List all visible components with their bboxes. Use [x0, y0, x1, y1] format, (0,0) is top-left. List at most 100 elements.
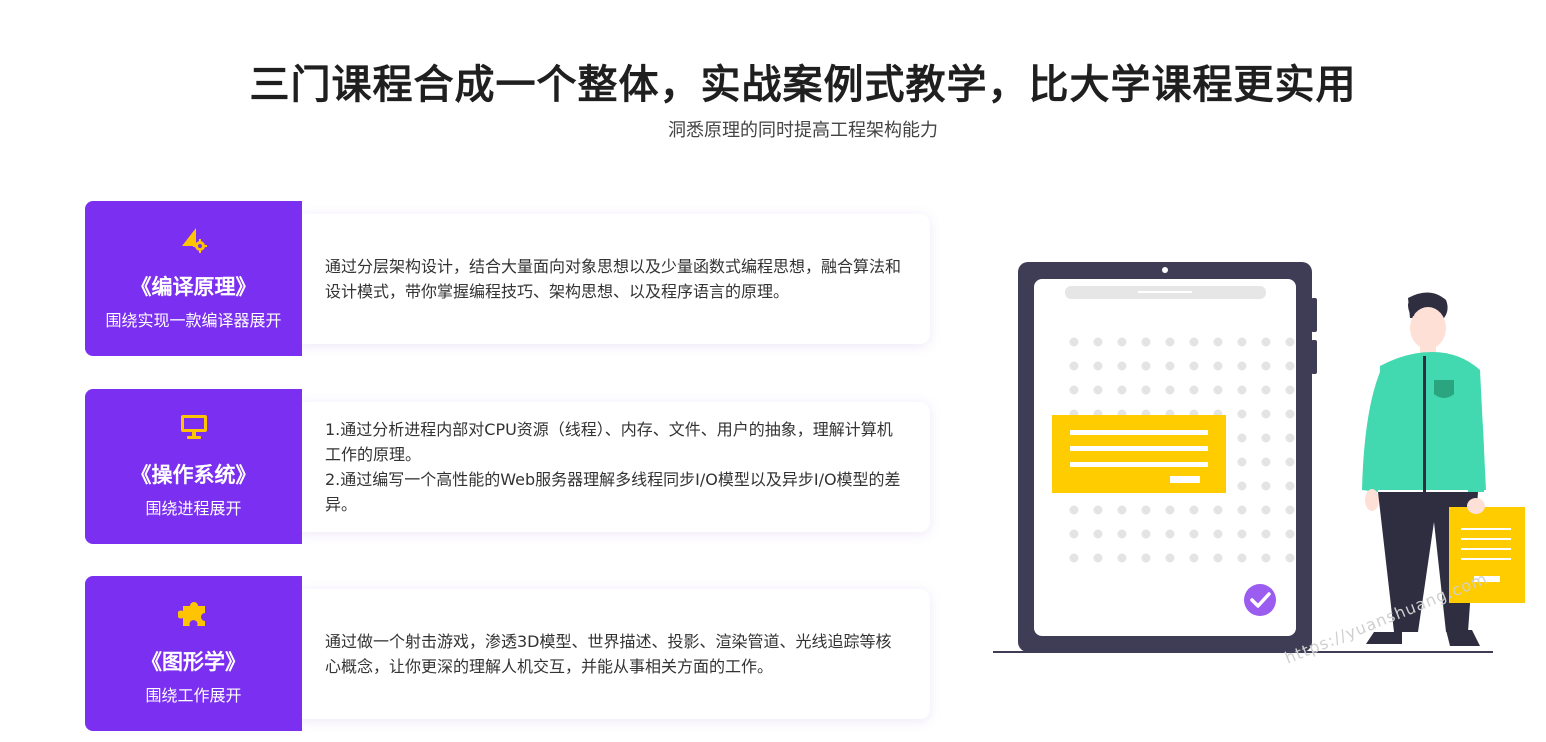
decorative-dot: [1117, 457, 1127, 467]
decorative-dot: [1093, 337, 1103, 347]
decorative-dot: [1213, 457, 1223, 467]
decorative-dot: [1093, 433, 1103, 443]
decorative-dot: [1261, 529, 1271, 539]
decorative-dot: [1117, 409, 1127, 419]
decorative-dot: [1165, 457, 1175, 467]
decorative-dot: [1117, 361, 1127, 371]
decorative-dot: [1261, 553, 1271, 563]
decorative-dot: [1285, 505, 1295, 515]
decorative-dot: [1165, 481, 1175, 491]
decorative-dot: [1189, 361, 1199, 371]
course-description: 通过做一个射击游戏，渗透3D模型、世界描述、投影、渲染管道、光线追踪等核心概念，…: [325, 632, 892, 676]
decorative-dot: [1117, 433, 1127, 443]
decorative-dot: [1189, 481, 1199, 491]
decorative-dot: [1117, 337, 1127, 347]
decorative-dot: [1093, 457, 1103, 467]
decorative-dot: [1069, 361, 1079, 371]
decorative-dot: [1093, 553, 1103, 563]
decorative-dot: [1237, 337, 1247, 347]
decorative-dot: [1117, 529, 1127, 539]
course-badge: 《操作系统》 围绕进程展开: [85, 389, 302, 544]
course-description-card: 1.通过分析进程内部对CPU资源（线程）、内存、文件、用户的抽象，理解计算机工作…: [295, 402, 930, 532]
decorative-dot: [1285, 385, 1295, 395]
decorative-dot: [1141, 337, 1151, 347]
course-subtitle: 围绕工作展开: [145, 686, 242, 705]
decorative-dot: [1189, 433, 1199, 443]
decorative-dot: [1069, 529, 1079, 539]
decorative-dot: [1069, 457, 1079, 467]
decorative-dot: [1117, 553, 1127, 563]
decorative-dot: [1261, 409, 1271, 419]
course-card-graphics: 《图形学》 围绕工作展开 通过做一个射击游戏，渗透3D模型、世界描述、投影、渲染…: [85, 576, 930, 731]
decorative-dot: [1237, 553, 1247, 563]
decorative-dot: [1093, 505, 1103, 515]
decorative-dot: [1189, 505, 1199, 515]
decorative-dot: [1237, 457, 1247, 467]
course-description: 1.通过分析进程内部对CPU资源（线程）、内存、文件、用户的抽象，理解计算机工作…: [325, 420, 901, 514]
tablet-illustration: [1018, 262, 1317, 652]
decorative-dot: [1285, 481, 1295, 491]
decorative-dot: [1285, 337, 1295, 347]
decorative-dot: [1285, 553, 1295, 563]
decorative-dot: [1213, 529, 1223, 539]
decorative-dot: [1213, 361, 1223, 371]
decorative-dot: [1117, 385, 1127, 395]
watermark-text: https://yuanshuang.com: [1282, 568, 1491, 668]
decorative-dot: [1141, 433, 1151, 443]
decorative-dot: [1285, 529, 1295, 539]
decorative-dot: [1165, 409, 1175, 419]
decorative-dot: [1069, 481, 1079, 491]
decorative-dot: [1165, 529, 1175, 539]
decorative-dot: [1117, 481, 1127, 491]
decorative-dot: [1069, 409, 1079, 419]
decorative-dot: [1213, 385, 1223, 395]
decorative-dot: [1189, 457, 1199, 467]
decorative-dot: [1261, 337, 1271, 347]
decorative-dot: [1093, 529, 1103, 539]
decorative-dot: [1165, 433, 1175, 443]
course-subtitle: 围绕进程展开: [145, 499, 242, 518]
decorative-dot: [1093, 481, 1103, 491]
decorative-dot: [1093, 409, 1103, 419]
decorative-dot: [1093, 385, 1103, 395]
decorative-dot: [1141, 481, 1151, 491]
decorative-dot: [1117, 505, 1127, 515]
decorative-dot: [1237, 433, 1247, 443]
decorative-dot: [1165, 337, 1175, 347]
decorative-dot: [1165, 385, 1175, 395]
compiler-gear-icon: [85, 221, 302, 255]
decorative-dot: [1261, 481, 1271, 491]
decorative-dot: [1213, 433, 1223, 443]
course-description: 通过分层架构设计，结合大量面向对象思想以及少量函数式编程思想，融合算法和设计模式…: [325, 257, 902, 301]
decorative-dot: [1237, 505, 1247, 515]
decorative-dot: [1213, 409, 1223, 419]
course-card-compiler: 《编译原理》 围绕实现一款编译器展开 通过分层架构设计，结合大量面向对象思想以及…: [85, 201, 930, 356]
decorative-dot: [1141, 505, 1151, 515]
decorative-dot: [1261, 457, 1271, 467]
decorative-dot: [1237, 529, 1247, 539]
decorative-dot: [1141, 361, 1151, 371]
decorative-dot: [1069, 505, 1079, 515]
course-description-card: 通过分层架构设计，结合大量面向对象思想以及少量函数式编程思想，融合算法和设计模式…: [295, 214, 930, 344]
decorative-dot: [1285, 409, 1295, 419]
course-name: 《图形学》: [141, 650, 246, 674]
decorative-dot: [1069, 433, 1079, 443]
page-subtitle: 洞悉原理的同时提高工程架构能力: [668, 120, 938, 141]
decorative-dot: [1165, 361, 1175, 371]
decorative-dot: [1285, 361, 1295, 371]
page-title: 三门课程合成一个整体，实战案例式教学，比大学课程更实用: [249, 62, 1357, 108]
course-badge: 《编译原理》 围绕实现一款编译器展开: [85, 201, 302, 356]
decorative-dot: [1261, 505, 1271, 515]
course-name: 《编译原理》: [130, 275, 257, 299]
decorative-dot: [1285, 457, 1295, 467]
decorative-dot: [1261, 433, 1271, 443]
decorative-dot: [1141, 409, 1151, 419]
decorative-dot: [1141, 529, 1151, 539]
decorative-dot: [1237, 409, 1247, 419]
decorative-dot: [1189, 553, 1199, 563]
decorative-dot: [1237, 385, 1247, 395]
decorative-dot: [1213, 553, 1223, 563]
course-name: 《操作系统》: [130, 463, 257, 487]
decorative-dot: [1261, 361, 1271, 371]
decorative-dot: [1069, 337, 1079, 347]
